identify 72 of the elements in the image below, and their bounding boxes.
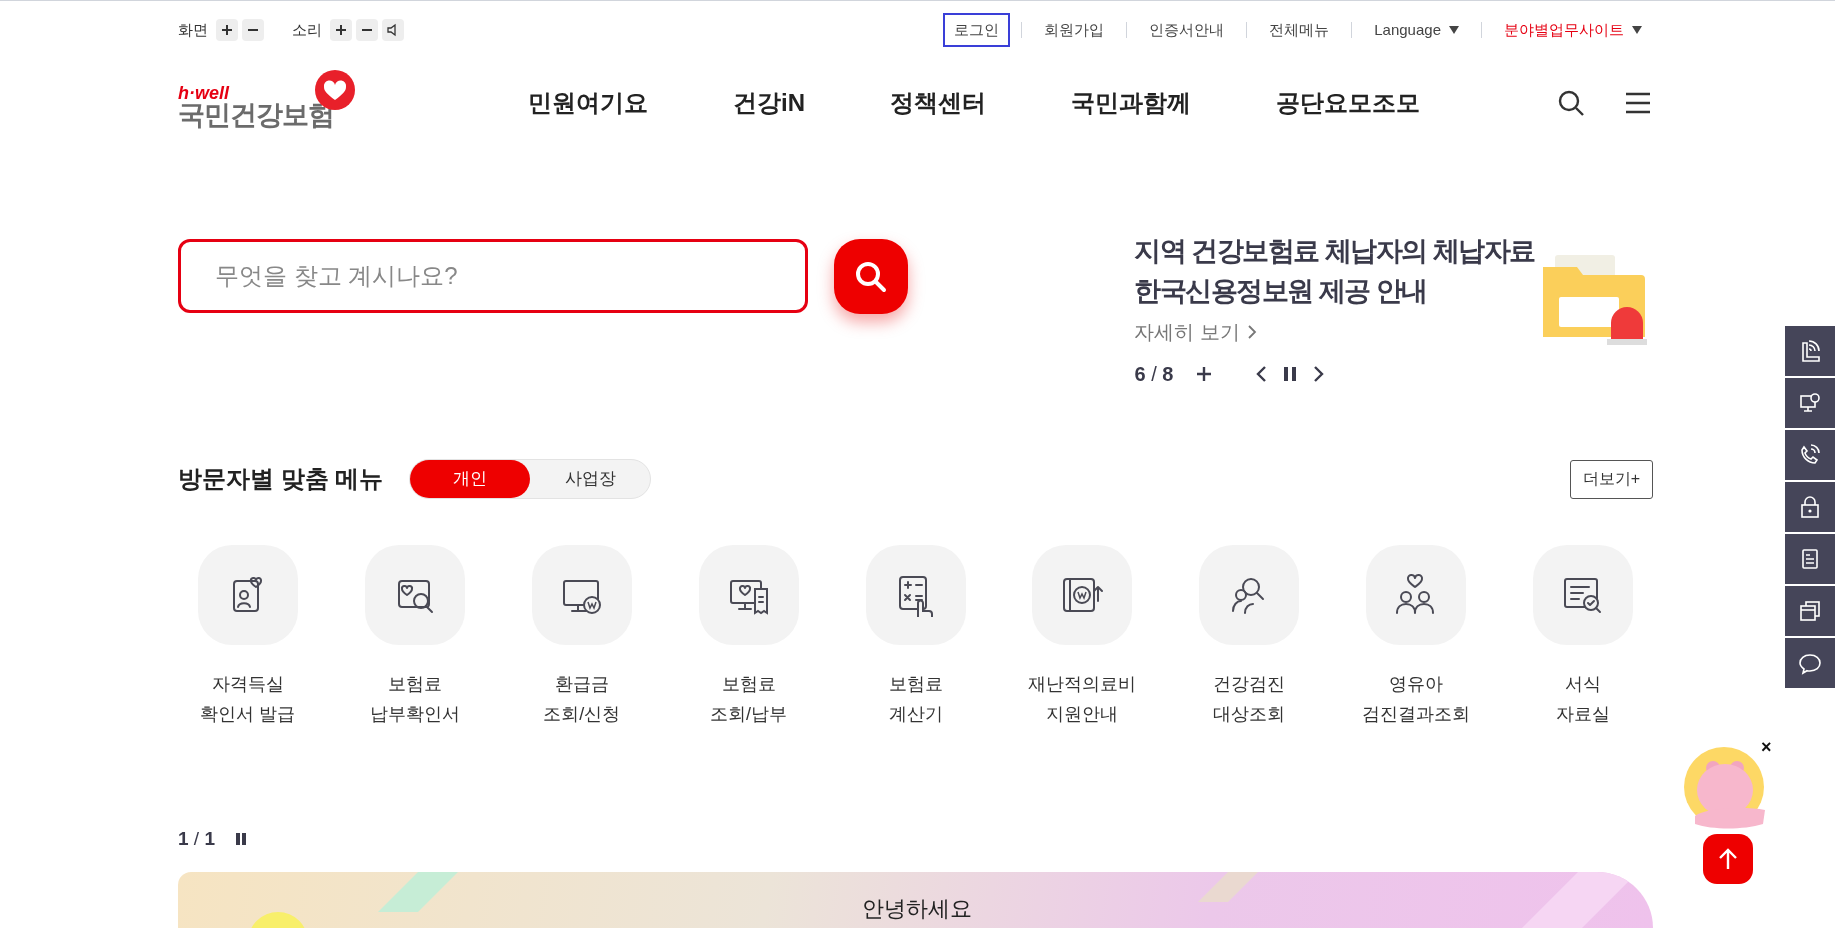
visitor-tab[interactable]: 사업장 — [530, 460, 651, 498]
monitor-receipt-icon — [698, 545, 799, 645]
visitor-tab[interactable]: 개인 — [410, 460, 531, 498]
chevron-right-icon — [1248, 325, 1258, 339]
chat-bubble-icon[interactable] — [1785, 638, 1835, 688]
nav-link[interactable]: 민원여기요 — [528, 91, 648, 115]
menu-item[interactable]: 환급금 조회/신청 — [511, 545, 652, 729]
plus-icon — [335, 24, 347, 36]
sound-label: 소리 — [292, 19, 322, 40]
id-card-icon — [198, 545, 298, 645]
greeting-text: 안녕하세요 — [862, 894, 972, 923]
plus-icon — [221, 24, 233, 36]
menu-item[interactable]: 자격득실 확인서 발급 — [178, 545, 318, 729]
document-check-icon — [1533, 545, 1633, 645]
document-search-icon — [364, 545, 465, 645]
logo[interactable]: h·well 국민건강보험 — [178, 68, 358, 138]
monitor-coin-icon — [531, 545, 632, 645]
menu-item[interactable]: 영유아 검진결과조회 — [1346, 545, 1487, 729]
nav-link[interactable]: 국민과함께 — [1071, 91, 1191, 115]
menu-item[interactable]: 재난적의료비 지원안내 — [1012, 545, 1153, 729]
phone-call-icon[interactable] — [1785, 430, 1835, 480]
monitor-chat-icon[interactable] — [1785, 378, 1835, 428]
volume-down-button[interactable] — [356, 19, 378, 41]
menu-item[interactable]: 건강검진 대상조회 — [1179, 545, 1320, 729]
chevron-left-icon[interactable] — [1255, 365, 1268, 383]
arrow-up-icon — [1717, 847, 1739, 871]
calculator-hand-icon — [865, 545, 966, 645]
menu-item[interactable]: 보험료 계산기 — [845, 545, 986, 729]
detail-link[interactable]: 자세히 보기 — [1134, 317, 1258, 347]
menu-icon[interactable] — [1625, 92, 1651, 114]
nav-link[interactable]: 공단요모조모 — [1276, 91, 1420, 115]
nav-link[interactable]: 정책센터 — [890, 91, 986, 115]
plus-icon[interactable] — [1195, 365, 1214, 383]
search-button[interactable] — [834, 239, 909, 314]
people-search-icon — [1199, 545, 1300, 645]
document-icon[interactable] — [1785, 534, 1835, 584]
notice-title[interactable]: 한국신용정보원 제공 안내 — [1134, 271, 1427, 311]
caret-icon — [1632, 26, 1642, 34]
family-icon — [1366, 545, 1467, 645]
zoom-out-button[interactable] — [242, 19, 264, 41]
scroll-top-button[interactable] — [1703, 834, 1753, 884]
search-icon — [854, 259, 889, 294]
header-link[interactable]: 분야별업무사이트 — [1493, 12, 1653, 48]
pause-icon[interactable] — [235, 832, 247, 847]
windows-icon[interactable] — [1785, 586, 1835, 636]
section-title: 방문자별 맞춤 메뉴 — [178, 464, 384, 494]
search-icon[interactable] — [1557, 89, 1585, 117]
header-link[interactable]: 인증서안내 — [1138, 12, 1236, 48]
pause-icon[interactable] — [1283, 366, 1298, 382]
tablet-signal-icon[interactable] — [1785, 326, 1835, 376]
zoom-in-button[interactable] — [216, 19, 238, 41]
header-link[interactable]: Language — [1363, 12, 1470, 48]
nav-link[interactable]: 건강iN — [733, 91, 805, 115]
menu-item[interactable]: 보험료 조회/납부 — [678, 545, 819, 729]
close-button[interactable]: × — [1761, 738, 1772, 756]
menu-item[interactable]: 보험료 납부확인서 — [344, 545, 485, 729]
volume-up-button[interactable] — [330, 19, 352, 41]
speaker-button[interactable] — [382, 19, 404, 41]
notice-title[interactable]: 지역 건강보험료 체납자의 체납자료 — [1134, 231, 1535, 271]
header-link[interactable]: 전체메뉴 — [1258, 12, 1341, 48]
menu-item[interactable]: 서식 자료실 — [1513, 545, 1653, 729]
header-link[interactable]: 로그인 — [943, 12, 1011, 48]
slide-counter: 6 / 8 — [1134, 362, 1174, 387]
book-coin-icon — [1032, 545, 1133, 645]
zoom-label: 화면 — [178, 19, 208, 40]
header-link[interactable]: 회원가입 — [1033, 12, 1116, 48]
slide-counter: 1 / 1 — [178, 827, 215, 851]
caret-icon — [1449, 26, 1459, 34]
more-button[interactable]: 더보기+ — [1569, 459, 1653, 499]
chevron-right-icon[interactable] — [1313, 365, 1326, 383]
search-field[interactable]: 무엇을 찾고 계시나요? — [178, 239, 809, 313]
lock-icon[interactable] — [1785, 482, 1835, 532]
